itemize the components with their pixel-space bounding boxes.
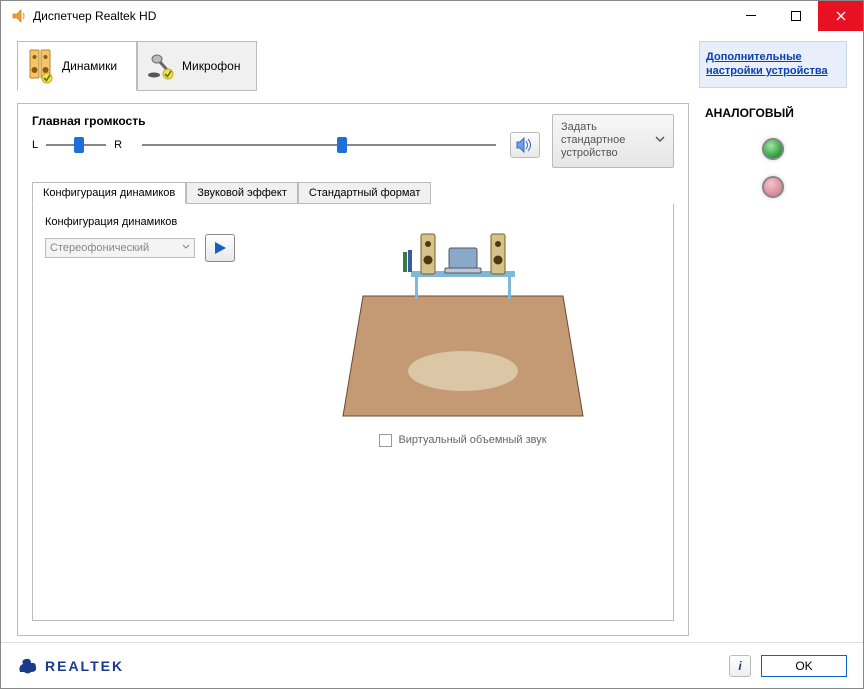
subtabs: Конфигурация динамиков Звуковой эффект С… <box>32 182 674 204</box>
set-default-device-button[interactable]: Задать стандартное устройство <box>552 114 674 168</box>
speaker-config-value: Стереофонический <box>50 242 149 254</box>
speaker-config-box: Конфигурация динамиков Стереофонический <box>45 216 245 608</box>
virtual-surround-checkbox[interactable] <box>379 434 392 447</box>
tab-microphone-label: Микрофон <box>182 59 240 73</box>
main-column: Динамики Микрофон <box>17 41 689 636</box>
balance-slider[interactable] <box>46 136 106 154</box>
realtek-brand-text: REALTEK <box>45 658 124 674</box>
master-volume-row: Главная громкость L R <box>32 114 674 168</box>
info-button[interactable]: i <box>729 655 751 677</box>
jack-mic-in[interactable] <box>762 176 784 198</box>
app-icon <box>11 8 27 24</box>
balance-left-label: L <box>32 139 38 151</box>
balance-right-label: R <box>114 139 122 151</box>
advanced-device-settings-link[interactable]: Дополнительные настройки устройства <box>699 41 847 88</box>
master-volume-group: Главная громкость L R <box>32 114 540 158</box>
window-title: Диспетчер Realtek HD <box>33 9 728 23</box>
speaker-config-panel: Конфигурация динамиков Стереофонический <box>32 204 674 621</box>
tab-speakers-label: Динамики <box>62 59 117 73</box>
speakers-icon <box>28 48 56 84</box>
jack-line-out[interactable] <box>762 138 784 160</box>
master-volume-title: Главная громкость <box>32 114 540 128</box>
chevron-down-icon <box>182 242 190 254</box>
virtual-surround-row: Виртуальный объемный звук <box>379 434 546 447</box>
room-visualization: Виртуальный объемный звук <box>265 216 661 608</box>
ok-button[interactable]: OK <box>761 655 847 677</box>
subtab-sound-effect[interactable]: Звуковой эффект <box>186 182 298 204</box>
room-illustration <box>303 216 623 426</box>
content: Динамики Микрофон <box>1 31 863 642</box>
footer: REALTEK i OK <box>1 642 863 688</box>
realtek-logo: REALTEK <box>17 656 124 676</box>
analog-section-label: АНАЛОГОВЫЙ <box>705 106 847 120</box>
set-default-label: Задать стандартное устройство <box>561 121 651 161</box>
titlebar: Диспетчер Realtek HD <box>1 1 863 31</box>
virtual-surround-label: Виртуальный объемный звук <box>398 434 546 446</box>
subtab-speaker-config[interactable]: Конфигурация динамиков <box>32 182 186 204</box>
tab-microphone[interactable]: Микрофон <box>137 41 257 91</box>
subtab-default-format[interactable]: Стандартный формат <box>298 182 431 204</box>
mute-button[interactable] <box>510 132 540 158</box>
side-column: Дополнительные настройки устройства АНАЛ… <box>699 41 847 636</box>
minimize-button[interactable] <box>728 1 773 31</box>
chevron-down-icon <box>655 134 665 147</box>
close-button[interactable] <box>818 1 863 31</box>
speaker-config-label: Конфигурация динамиков <box>45 216 245 228</box>
maximize-button[interactable] <box>773 1 818 31</box>
volume-slider[interactable] <box>142 136 496 154</box>
device-tabs: Динамики Микрофон <box>17 41 689 91</box>
speaker-config-select[interactable]: Стереофонический <box>45 238 195 258</box>
microphone-icon <box>148 51 176 81</box>
main-panel: Главная громкость L R <box>17 103 689 636</box>
test-play-button[interactable] <box>205 234 235 262</box>
tab-speakers[interactable]: Динамики <box>17 41 137 91</box>
window: Диспетчер Realtek HD <box>0 0 864 689</box>
